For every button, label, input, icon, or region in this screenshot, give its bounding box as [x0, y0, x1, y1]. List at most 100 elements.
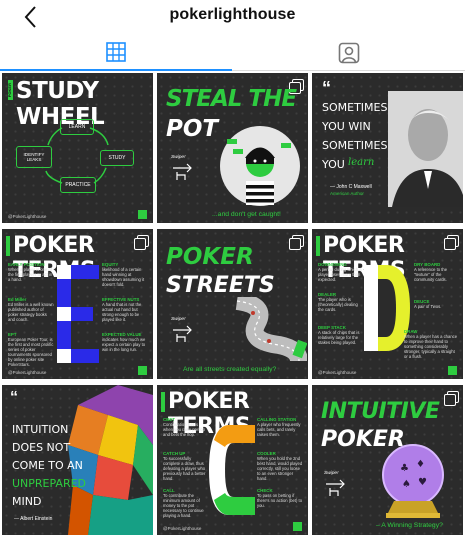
swipe-label: Swipe! — [171, 155, 186, 160]
term-4: EFFECTIVE NUTS A hand that is not the act… — [102, 297, 148, 322]
quote-line-2: DOES NOT — [12, 441, 71, 454]
quote-mark-icon: “ — [10, 389, 18, 406]
quote-line-3: SOMETIMES — [322, 139, 388, 152]
post-title-line2: STREETS — [166, 273, 275, 298]
node-learn: LEARN — [60, 119, 94, 135]
quote-author: — John C Maxwell — [330, 184, 372, 190]
tab-tagged[interactable] — [233, 34, 465, 71]
term-text: A player who frequently calls bets, and … — [257, 422, 301, 437]
profile-username: pokerlighthouse — [169, 6, 296, 23]
term-6: DRAW When a player has a chance to improv… — [404, 329, 459, 359]
lighthouse-logo-icon — [448, 366, 457, 375]
term-2: EQUITY likelihood of a certain hand winni… — [102, 262, 148, 287]
quote-line-1: SOMETIMES — [322, 101, 388, 114]
post-einstein-quote[interactable]: “ INTUITION DOES NOT COME TO AN UNPREPAR… — [2, 385, 153, 535]
term-text: A period during which a player loses mor… — [318, 267, 362, 282]
carousel-icon — [444, 391, 459, 406]
term-text: When a player is one of the first player… — [8, 267, 53, 282]
term-4: COOLER When you hold the 2nd best hand, w… — [257, 451, 303, 481]
term-3: Ed Miller Ed Miller is a well known publi… — [8, 297, 54, 322]
post-handle: @PokerLighthouse — [163, 526, 202, 531]
post-caption: ...and don't get caught! — [212, 211, 281, 218]
lighthouse-logo-icon — [293, 522, 302, 531]
post-title-line1: STEAL THE — [166, 86, 297, 112]
term-text: When a player has a chance to improve th… — [404, 334, 458, 359]
svg-text:♦: ♦ — [416, 459, 425, 470]
quote-line-3: COME TO AN — [12, 459, 83, 472]
profile-header: pokerlighthouse — [0, 0, 465, 34]
swipe-label: Swipe! — [171, 317, 186, 322]
post-poker-terms-d[interactable]: POKER TERMS DOWNSWINGA period during whi… — [312, 229, 463, 379]
svg-text:♠: ♠ — [402, 479, 411, 490]
post-handle: @PokerLighthouse — [318, 370, 357, 375]
post-poker-streets[interactable]: POKER STREETS Swipe! Are all streets cre… — [157, 229, 308, 379]
tab-posts-grid[interactable] — [0, 34, 232, 71]
post-title-line1: INTUITIVE — [321, 399, 440, 424]
portrait-image — [388, 91, 463, 207]
term-2: DRY BOARD A reference to the "texture" of… — [414, 262, 459, 282]
term-3: CATCH UP To successfully complete a draw,… — [163, 451, 207, 481]
post-steal-the-pot[interactable]: STEAL THE POT Swipe! ...and don't get ca… — [157, 73, 308, 223]
node-identify-leaks: IDENTIFY LEAKS — [16, 146, 52, 168]
term-text: A stack of chips that is relatively larg… — [318, 330, 360, 345]
term-6: EXPECTED VALUE indicates how much we expe… — [102, 332, 148, 352]
term-5: EPT European Poker Tour, is the first and… — [8, 332, 54, 367]
post-poker-terms-e[interactable]: POKER TERMS EARLY POSITION When a player … — [2, 229, 153, 379]
term-1: EARLY POSITION When a player is one of th… — [8, 262, 54, 282]
post-intuitive-poker[interactable]: INTUITIVE POKER ♣ ♦ ♠ ♥ Swipe! – A Winni… — [312, 385, 463, 535]
swipe-arrow-icon — [326, 479, 345, 496]
term-3: DEALER The player who is (theoretically) … — [318, 292, 362, 312]
term-text: To pass on betting if there's no action … — [257, 493, 303, 508]
term-text: When you hold the 2nd best hand, would p… — [257, 456, 303, 481]
quote-line-1: INTUITION — [12, 423, 69, 436]
grid-icon — [106, 41, 126, 62]
term-text: likelihood of a certain hand winning at … — [102, 267, 145, 287]
term-5: DEEP STACK A stack of chips that is relat… — [318, 325, 362, 345]
tagged-person-icon — [338, 42, 360, 63]
swipe-label: Swipe! — [324, 471, 339, 476]
letter-e-graphic — [57, 265, 99, 363]
quote-mark-icon: “ — [322, 78, 331, 98]
title-accent-bar — [6, 236, 10, 256]
carousel-icon — [289, 235, 304, 250]
term-text: Continuation Bet is when you raise prefl… — [163, 422, 206, 437]
node-practice: PRACTICE — [60, 177, 96, 193]
post-caption: – A Winning Strategy? — [376, 522, 443, 529]
term-6: CHECK To pass on betting if there's no ac… — [257, 488, 303, 508]
post-handle: @PokerLighthouse — [8, 370, 47, 375]
quote-author: — Albert Einstein — [14, 516, 53, 522]
term-text: The player who is (theoretically) dealin… — [318, 297, 358, 312]
term-text: A pair of Twos. — [414, 304, 442, 309]
term-text: European Poker Tour, is the first and mo… — [8, 337, 54, 367]
post-study-wheel[interactable]: POKER STUDY WHEEL LEARN STUDY PRACTICE I… — [2, 73, 153, 223]
term-text: To contribute the minimum amount of mone… — [163, 493, 204, 518]
post-title-line1: POKER — [166, 244, 254, 270]
lighthouse-logo-icon — [138, 366, 147, 375]
crystal-ball-illustration: ♣ ♦ ♠ ♥ — [382, 444, 444, 518]
term-4: DEUCE A pair of Twos. — [414, 299, 459, 309]
post-caption: Are all streets created equally? — [183, 366, 277, 373]
post-maxwell-quote[interactable]: “ SOMETIMES YOU WIN SOMETIMES YOU learn … — [312, 73, 463, 223]
title-accent-bar — [161, 392, 165, 412]
node-study: STUDY — [100, 150, 134, 166]
quote-line-4: UNPREPARED — [12, 477, 87, 490]
term-text: indicates how much we expect a certain p… — [102, 337, 146, 352]
term-1: CBET Continuation Bet is when you raise p… — [163, 417, 207, 437]
post-poker-terms-c[interactable]: POKER TERMS CBET Continuation Bet is when… — [157, 385, 308, 535]
letter-c-graphic — [209, 425, 255, 515]
quote-highlight-word: learn — [348, 157, 375, 168]
term-5: CALL To contribute the minimum amount of … — [163, 488, 207, 518]
title-accent-bar — [316, 236, 320, 256]
term-2: CALLING STATION A player who frequently c… — [257, 417, 303, 437]
quote-line-4: YOU — [322, 158, 345, 171]
term-1: DOWNSWING A period during which a player … — [318, 262, 362, 282]
term-text: A reference to the "texture" of the comm… — [414, 267, 448, 282]
post-handle: @PokerLighthouse — [8, 214, 47, 219]
quote-author-role: American Author — [330, 191, 364, 196]
post-title-line2: POT — [166, 116, 219, 142]
winding-road-illustration — [235, 297, 307, 362]
robber-illustration — [220, 126, 300, 206]
lighthouse-logo-icon — [138, 210, 147, 219]
svg-text:♣: ♣ — [400, 463, 409, 474]
term-text: A hand that is not the actual nut hand b… — [102, 302, 142, 322]
